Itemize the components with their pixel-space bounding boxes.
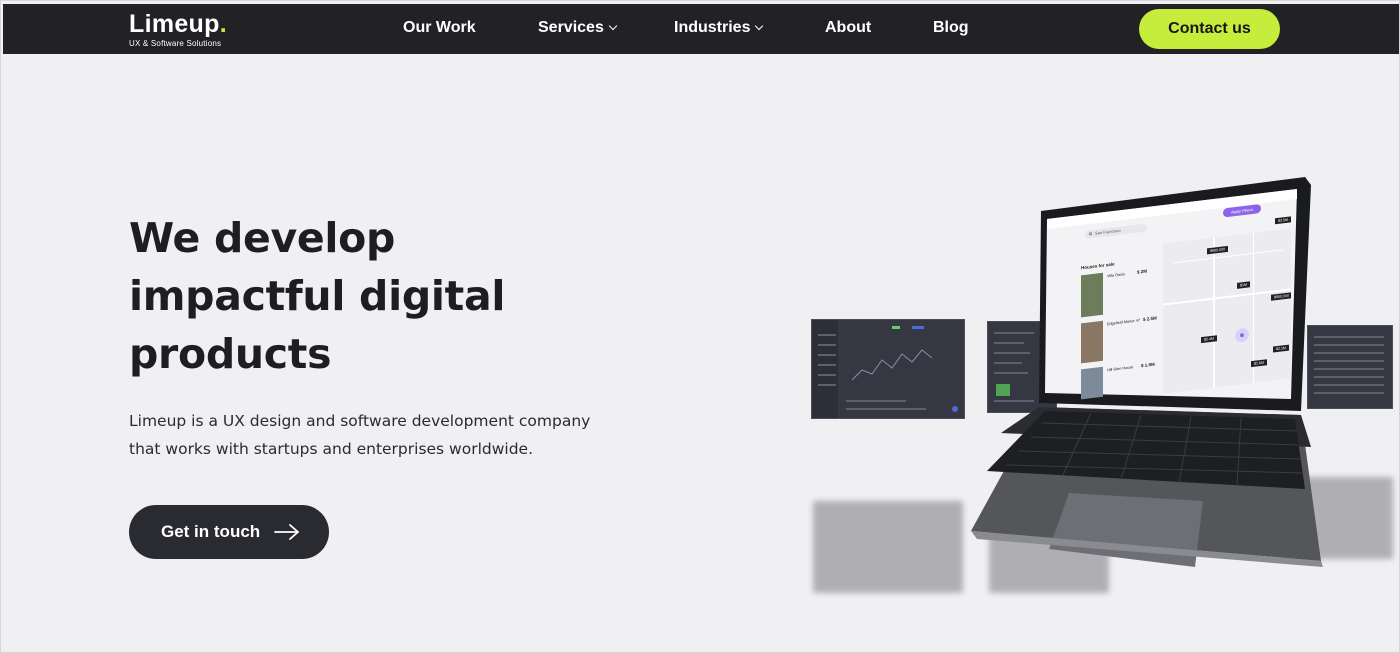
hero-description: Limeup is a UX design and software devel… (129, 407, 609, 463)
hero-description-line: that works with startups and enterprises… (129, 440, 534, 458)
top-navigation: Limeup. UX & Software Solutions Our Work… (3, 4, 1399, 54)
hero-headline-line: products (129, 330, 332, 378)
logo-wordmark: Limeup. (129, 10, 227, 38)
nav-item-services[interactable]: Services (538, 18, 618, 38)
page: Limeup. UX & Software Solutions Our Work… (0, 0, 1400, 653)
app-search-field: San Francisco (1085, 223, 1147, 239)
hero-headline: We develop impactful digital products (129, 209, 649, 383)
listing-name: Villa Oasis (1107, 272, 1125, 279)
logo-dot: . (219, 10, 227, 38)
hero-illustration: San Francisco Apply Filters Houses for s… (801, 161, 1399, 641)
chevron-down-icon (755, 21, 764, 31)
brand-logo[interactable]: Limeup. UX & Software Solutions (129, 10, 227, 49)
get-in-touch-label: Get in touch (161, 522, 261, 541)
hero-headline-line: impactful digital (129, 272, 506, 320)
nav-item-industries[interactable]: Industries (674, 18, 764, 38)
app-section-title: Houses for sale (1081, 261, 1115, 271)
app-filter-button: Apply Filters (1223, 203, 1261, 218)
nav-item-our-work[interactable]: Our Work (403, 18, 476, 38)
listing-name: Hill Glen House (1107, 365, 1134, 373)
app-map (1163, 228, 1291, 394)
arrow-right-icon (274, 524, 299, 540)
chevron-down-icon (608, 21, 618, 31)
contact-us-button[interactable]: Contact us (1139, 9, 1280, 49)
nav-item-about[interactable]: About (825, 18, 871, 38)
hero-headline-line: We develop (129, 214, 396, 262)
logo-tagline: UX & Software Solutions (129, 39, 222, 48)
hero-description-line: Limeup is a UX design and software devel… (129, 412, 591, 430)
listing-price: $ 2.5M (1143, 315, 1157, 323)
listing-photo (1081, 272, 1103, 318)
map-price-pin: $3.5M (1275, 216, 1291, 225)
listing-price: $ 2M (1137, 268, 1148, 275)
listing-name: Edgefield Manor 47 (1107, 318, 1140, 327)
listing-photo (1081, 320, 1103, 364)
nav-item-blog[interactable]: Blog (933, 18, 969, 38)
get-in-touch-button[interactable]: Get in touch (129, 505, 329, 559)
listing-photo (1081, 366, 1103, 400)
listing-price: $ 1.9M (1141, 361, 1155, 369)
laptop-screen-app: San Francisco Apply Filters Houses for s… (1051, 198, 1291, 407)
